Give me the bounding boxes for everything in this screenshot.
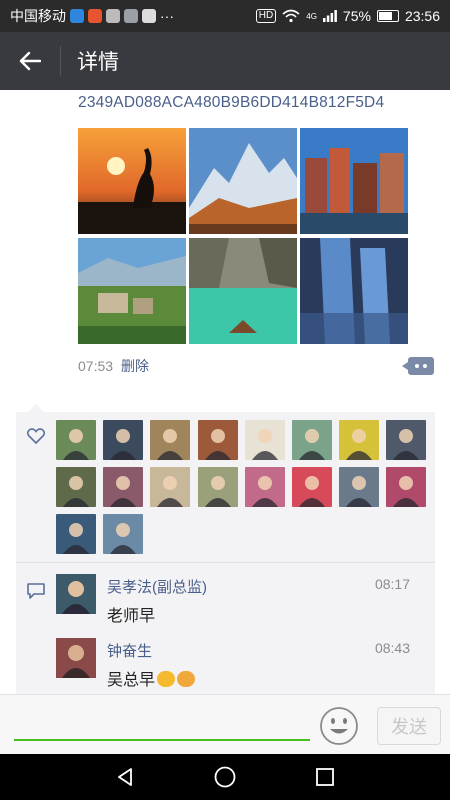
liker-avatar[interactable] — [150, 420, 191, 460]
liker-avatar-grid — [56, 420, 436, 554]
liker-avatar[interactable] — [386, 420, 427, 460]
liker-avatar[interactable] — [291, 467, 332, 507]
commenter-name[interactable]: 吴孝法(副总监) — [107, 576, 207, 597]
back-arrow-icon — [19, 51, 41, 71]
carrier-label: 中国移动 — [10, 8, 66, 24]
hd-icon: HD — [255, 9, 277, 23]
video-app-icon — [88, 9, 102, 23]
more-notifications-icon: ··· — [160, 8, 174, 24]
liker-avatar[interactable] — [244, 420, 285, 460]
music-app-icon — [124, 9, 138, 23]
interaction-panel: 吴孝法(副总监) 08:17 老师早 钟奋生 08:43 吴总早 — [16, 404, 435, 694]
liker-avatar[interactable] — [56, 514, 96, 554]
liker-avatar[interactable] — [339, 420, 380, 460]
liker-avatar[interactable] — [386, 467, 427, 507]
liker-avatar[interactable] — [244, 467, 285, 507]
status-bar: 中国移动 ··· HD 4G 75% 23:56 — [0, 0, 450, 32]
avatar[interactable] — [56, 638, 96, 678]
circle-home-icon — [214, 766, 236, 788]
avatar[interactable] — [56, 574, 96, 614]
post-detail[interactable]: 2349AD088ACA480B9B6DD414B812F5D4 07:53 删… — [0, 90, 450, 694]
liker-avatar[interactable] — [56, 467, 96, 507]
liker-avatar[interactable] — [150, 467, 191, 507]
smiley-icon — [320, 707, 358, 745]
comment-item[interactable]: 吴孝法(副总监) 08:17 老师早 — [56, 574, 426, 625]
back-button[interactable] — [0, 32, 60, 90]
comment-text-content: 吴总早 — [107, 672, 156, 689]
dot-icon — [415, 364, 419, 368]
delete-link[interactable]: 删除 — [121, 356, 149, 376]
avatar-image — [56, 574, 96, 614]
likes-section — [16, 412, 435, 562]
snowy-mountain-photo[interactable] — [189, 128, 297, 234]
triangle-back-icon — [118, 768, 132, 786]
system-nav-bar — [0, 754, 450, 800]
panel-divider — [16, 562, 435, 563]
clock: 23:56 — [404, 8, 440, 24]
battery-percent: 75% — [342, 8, 371, 24]
comment-text: 吴总早 — [107, 666, 196, 690]
comment-item[interactable]: 钟奋生 08:43 吴总早 — [56, 638, 426, 690]
square-recents-icon — [316, 768, 334, 786]
system-back-button[interactable] — [112, 764, 138, 790]
network-type-label: 4G — [306, 11, 317, 21]
system-home-button[interactable] — [212, 764, 238, 790]
battery-icon — [376, 10, 399, 22]
liker-avatar[interactable] — [197, 420, 238, 460]
post-meta: 07:53 删除 — [78, 356, 434, 376]
handshake-emoji-icon — [157, 671, 176, 687]
liker-avatar[interactable] — [103, 514, 144, 554]
liker-avatar[interactable] — [56, 420, 96, 460]
send-button[interactable]: 发送 — [377, 707, 441, 745]
heart-icon — [27, 428, 45, 444]
wifi-icon — [282, 9, 300, 23]
canal-houses-photo[interactable] — [300, 128, 408, 234]
liker-avatar[interactable] — [291, 420, 332, 460]
more-actions-button[interactable] — [402, 357, 434, 375]
lake-boat-photo[interactable] — [189, 238, 297, 344]
page-title: 详情 — [77, 51, 119, 74]
waterfall-photo[interactable] — [300, 238, 408, 344]
ok-hand-emoji-icon — [177, 671, 196, 687]
nav-divider — [60, 46, 61, 76]
liker-avatar[interactable] — [339, 467, 380, 507]
post-text: 2349AD088ACA480B9B6DD414B812F5D4 — [78, 94, 385, 111]
battery-fill — [378, 12, 393, 20]
liker-avatar[interactable] — [197, 467, 238, 507]
post-time: 07:53 — [78, 358, 114, 374]
signal-icon — [322, 10, 337, 22]
crane-sunset-photo[interactable] — [78, 128, 186, 234]
comment-time: 08:17 — [374, 576, 410, 592]
liker-avatar[interactable] — [103, 467, 144, 507]
liker-avatar[interactable] — [103, 420, 144, 460]
heart-app-icon — [106, 9, 120, 23]
alpine-village-photo[interactable] — [78, 238, 186, 344]
photo-grid — [78, 128, 408, 344]
system-recents-button[interactable] — [312, 764, 338, 790]
comment-text: 老师早 — [107, 608, 156, 625]
comment-input-bar: 发送 — [0, 694, 450, 754]
comment-icon — [27, 583, 45, 599]
cloud-app-icon — [142, 9, 156, 23]
dot-icon — [423, 364, 427, 368]
comment-input[interactable] — [14, 705, 310, 741]
emoji-button[interactable] — [319, 706, 359, 746]
comment-time: 08:43 — [374, 640, 410, 656]
commenter-name[interactable]: 钟奋生 — [107, 640, 152, 661]
app-notification-icon — [70, 9, 84, 23]
title-bar: 详情 — [0, 32, 450, 90]
avatar-image — [56, 638, 96, 678]
